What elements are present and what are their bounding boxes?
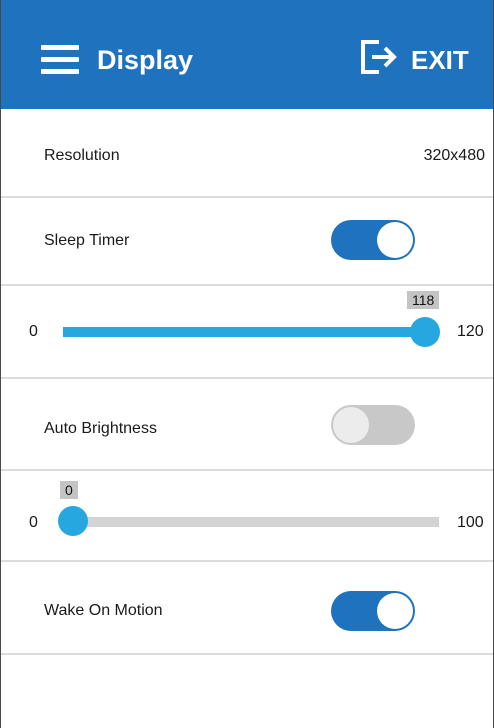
- sleep-timer-label: Sleep Timer: [44, 232, 130, 249]
- divider: [1, 560, 493, 562]
- resolution-label: Resolution: [44, 147, 120, 164]
- header-bar: Display EXIT: [1, 0, 493, 109]
- resolution-value: 320x480: [423, 147, 485, 164]
- toggle-knob: [377, 593, 413, 629]
- sleep-slider-min: 0: [29, 323, 38, 340]
- display-settings-screen: Display EXIT Resolution 320x480 Sleep Ti…: [0, 0, 494, 728]
- sleep-slider-max: 120: [457, 323, 484, 340]
- toggle-knob: [333, 407, 369, 443]
- brightness-slider-max: 100: [457, 514, 484, 531]
- sleep-slider-value-bubble: 118: [407, 291, 440, 309]
- toggle-knob: [377, 222, 413, 258]
- auto-brightness-toggle[interactable]: [331, 405, 415, 445]
- divider: [1, 284, 493, 286]
- sleep-slider-track[interactable]: [63, 327, 427, 337]
- divider: [1, 377, 493, 379]
- sleep-timer-toggle[interactable]: [331, 220, 415, 260]
- divider: [1, 196, 493, 198]
- hamburger-menu-icon[interactable]: [41, 45, 79, 75]
- auto-brightness-label: Auto Brightness: [44, 420, 157, 437]
- sleep-slider-fill: [63, 327, 421, 337]
- exit-icon: [361, 40, 397, 74]
- page-title: Display: [97, 45, 194, 75]
- brightness-slider-thumb[interactable]: [58, 506, 88, 536]
- wake-on-motion-toggle[interactable]: [331, 591, 415, 631]
- divider: [1, 469, 493, 471]
- brightness-slider-min: 0: [29, 514, 38, 531]
- divider: [1, 653, 493, 655]
- brightness-slider-value-bubble: 0: [60, 481, 78, 499]
- brightness-slider-track[interactable]: [67, 517, 439, 527]
- sleep-slider-thumb[interactable]: [410, 317, 440, 347]
- wake-on-motion-label: Wake On Motion: [44, 602, 163, 619]
- exit-label: EXIT: [411, 45, 469, 75]
